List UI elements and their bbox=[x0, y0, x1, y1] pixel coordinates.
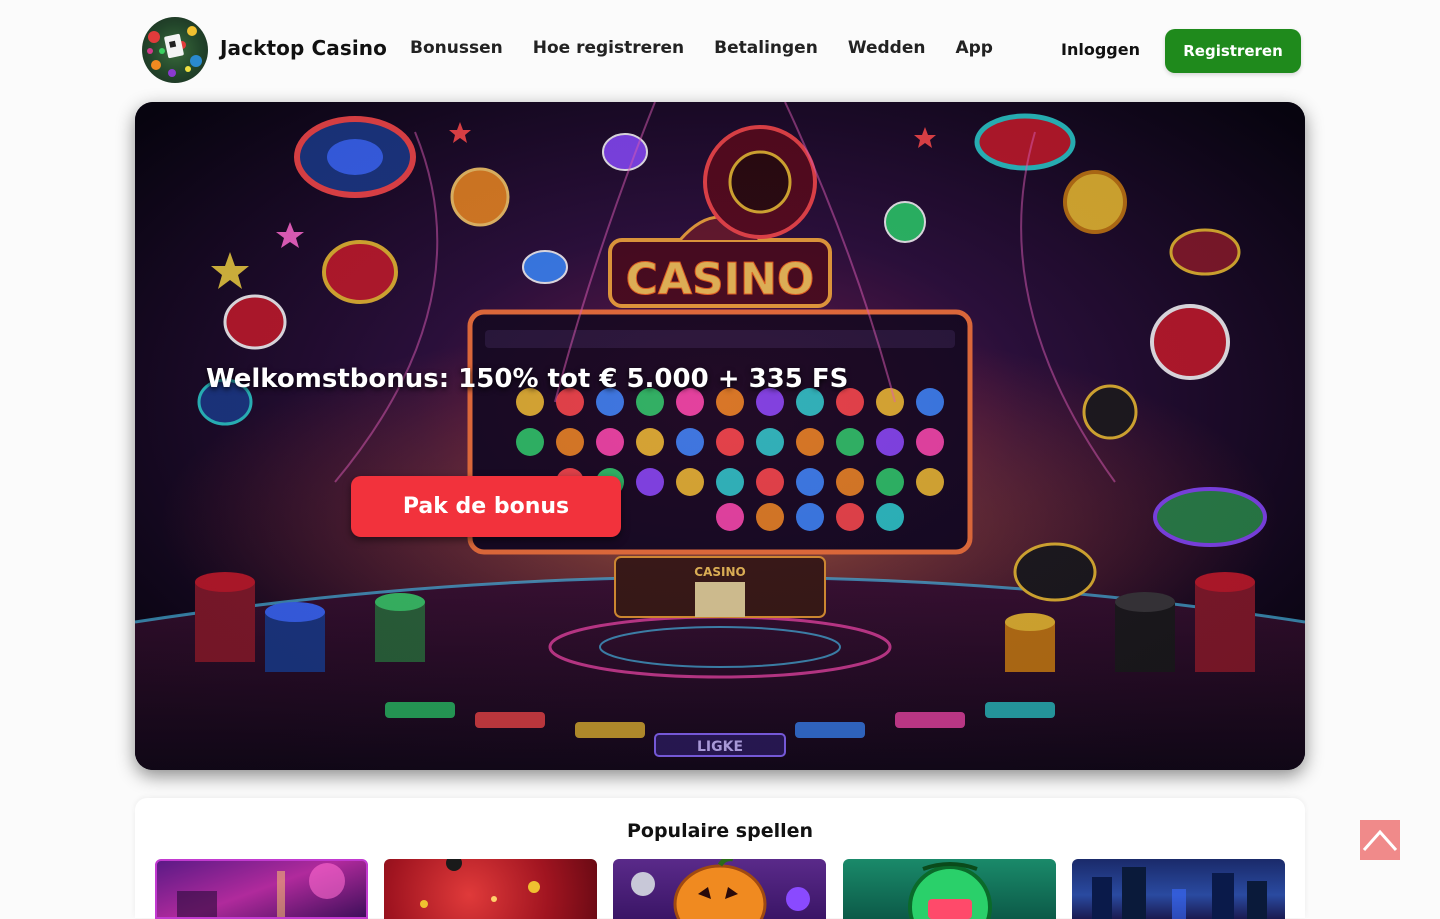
nav-item-app[interactable]: App bbox=[955, 38, 993, 58]
game-card[interactable] bbox=[155, 859, 368, 919]
nav-item-hoe-registreren[interactable]: Hoe registreren bbox=[533, 38, 684, 58]
chevron-up-icon bbox=[1362, 829, 1398, 851]
game-card[interactable] bbox=[613, 859, 826, 919]
popular-games-section: Populaire spellen bbox=[135, 798, 1305, 919]
section-title: Populaire spellen bbox=[626, 820, 814, 842]
game-thumbnail bbox=[177, 863, 345, 917]
login-link[interactable]: Inloggen bbox=[1061, 40, 1140, 59]
game-card[interactable] bbox=[384, 859, 597, 919]
claim-bonus-button[interactable]: Pak de bonus bbox=[351, 476, 621, 537]
hero-title: Welkomstbonus: 150% tot € 5.000 + 335 FS bbox=[206, 364, 849, 394]
hero-background-image: LIGKE CASINO CASINO bbox=[135, 102, 1305, 770]
game-thumbnail bbox=[631, 859, 810, 919]
main-nav: Bonussen Hoe registreren Betalingen Wedd… bbox=[410, 38, 1023, 58]
site-header: Jacktop Casino Bonussen Hoe registreren … bbox=[0, 0, 1440, 100]
game-card[interactable] bbox=[1072, 859, 1285, 919]
brand-name[interactable]: Jacktop Casino bbox=[220, 36, 387, 60]
nav-item-betalingen[interactable]: Betalingen bbox=[714, 38, 818, 58]
casino-logo-icon[interactable] bbox=[142, 17, 208, 83]
scroll-to-top-button[interactable] bbox=[1360, 820, 1400, 860]
game-thumbnail bbox=[908, 862, 992, 919]
nav-item-bonussen[interactable]: Bonussen bbox=[410, 38, 503, 58]
game-thumbnail bbox=[1092, 867, 1267, 919]
hero-banner: LIGKE CASINO CASINO Welkomstbonus: 150% … bbox=[135, 102, 1305, 770]
game-card[interactable] bbox=[843, 859, 1056, 919]
register-button[interactable]: Registreren bbox=[1165, 29, 1301, 73]
nav-item-wedden[interactable]: Wedden bbox=[848, 38, 926, 58]
game-thumbnail bbox=[420, 859, 540, 908]
